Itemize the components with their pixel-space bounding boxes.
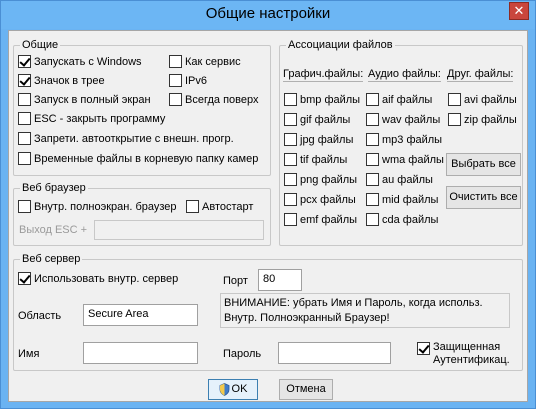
assoc-tif-checkbox[interactable]: tif файлы: [284, 153, 347, 166]
general-group: Общие Запускать с Windows Значок в трее …: [13, 39, 271, 176]
browser-group: Веб браузер Внутр. полноэкран. браузер А…: [13, 182, 271, 246]
cancel-button[interactable]: Отмена: [279, 379, 333, 400]
graphics-column-header: Графич.файлы:: [283, 68, 364, 82]
assoc-wav-checkbox[interactable]: wav файлы: [366, 113, 440, 126]
associations-group: Ассоциации файлов Графич.файлы: Аудио фа…: [279, 39, 523, 246]
checkbox-icon: [186, 200, 199, 213]
password-input[interactable]: [278, 342, 391, 364]
checkbox-icon: [18, 200, 31, 213]
general-group-title: Общие: [20, 39, 61, 52]
assoc-bmp-checkbox[interactable]: bmp файлы: [284, 93, 360, 106]
checkbox-checked-icon: [417, 342, 430, 355]
area-label: Область: [18, 310, 62, 322]
associations-group-title: Ассоциации файлов: [286, 39, 395, 52]
checkbox-icon: [169, 55, 182, 68]
password-label: Пароль: [223, 348, 262, 360]
esc-close-checkbox[interactable]: ESC - закрыть программу: [18, 112, 165, 125]
area-input[interactable]: Secure Area: [83, 304, 198, 326]
checkbox-icon: [18, 93, 31, 106]
ipv6-checkbox[interactable]: IPv6: [169, 74, 207, 87]
checkbox-icon: [366, 173, 379, 186]
close-button[interactable]: ✕: [509, 2, 529, 20]
server-group: Веб сервер Использовать внутр. сервер По…: [13, 253, 523, 371]
audio-column-header: Аудио файлы:: [368, 68, 441, 82]
assoc-cda-checkbox[interactable]: cda файлы: [366, 213, 438, 226]
other-column-header: Друг. файлы:: [447, 68, 514, 82]
checkbox-icon: [366, 193, 379, 206]
checkbox-icon: [284, 133, 297, 146]
assoc-au-checkbox[interactable]: au файлы: [366, 173, 433, 186]
select-all-button[interactable]: Выбрать все: [446, 153, 521, 176]
warning-note: ВНИМАНИЕ: убрать Имя и Пароль, когда исп…: [220, 293, 510, 328]
checkbox-icon: [366, 213, 379, 226]
checkbox-icon: [284, 173, 297, 186]
checkbox-checked-icon: [18, 55, 31, 68]
esc-exit-input[interactable]: [94, 220, 264, 240]
secure-auth-checkbox[interactable]: Защищенная Аутентификац.: [417, 341, 515, 367]
name-label: Имя: [18, 348, 40, 360]
checkbox-checked-icon: [18, 74, 31, 87]
assoc-zip-checkbox[interactable]: zip файлы: [448, 113, 517, 126]
checkbox-icon: [284, 153, 297, 166]
checkbox-icon: [18, 112, 31, 125]
assoc-mp3-checkbox[interactable]: mp3 файлы: [366, 133, 442, 146]
checkbox-icon: [284, 113, 297, 126]
always-on-top-checkbox[interactable]: Всегда поверх: [169, 93, 258, 106]
assoc-wma-checkbox[interactable]: wma файлы: [366, 153, 444, 166]
title-bar[interactable]: Общие настройки ✕: [1, 1, 535, 29]
browser-group-title: Веб браузер: [20, 182, 88, 195]
window-title: Общие настройки: [205, 5, 331, 22]
checkbox-icon: [448, 93, 461, 106]
checkbox-icon: [448, 113, 461, 126]
checkbox-icon: [169, 93, 182, 106]
clear-all-button[interactable]: Очистить все: [446, 186, 521, 209]
name-input[interactable]: [83, 342, 198, 364]
checkbox-icon: [366, 113, 379, 126]
assoc-emf-checkbox[interactable]: emf файлы: [284, 213, 357, 226]
port-input[interactable]: 80: [258, 269, 302, 291]
checkbox-icon: [18, 132, 31, 145]
server-group-title: Веб сервер: [20, 253, 83, 266]
forbid-autoopen-checkbox[interactable]: Запрети. автооткрытие с внешн. прогр.: [18, 132, 234, 145]
esc-exit-label: Выход ESC +: [19, 224, 88, 236]
internal-fullscreen-checkbox[interactable]: Внутр. полноэкран. браузер: [18, 200, 177, 213]
checkbox-icon: [366, 153, 379, 166]
tray-icon-checkbox[interactable]: Значок в трее: [18, 74, 105, 87]
settings-window: Общие настройки ✕ Общие Запускать с Wind…: [0, 0, 536, 409]
use-internal-server-checkbox[interactable]: Использовать внутр. сервер: [18, 272, 178, 285]
checkbox-icon: [284, 213, 297, 226]
checkbox-icon: [366, 133, 379, 146]
checkbox-icon: [284, 93, 297, 106]
ok-button[interactable]: OK: [208, 379, 258, 400]
assoc-mid-checkbox[interactable]: mid файлы: [366, 193, 438, 206]
assoc-jpg-checkbox[interactable]: jpg файлы: [284, 133, 353, 146]
checkbox-icon: [169, 74, 182, 87]
checkbox-icon: [284, 193, 297, 206]
port-label: Порт: [223, 275, 248, 287]
close-icon: ✕: [513, 3, 525, 18]
checkbox-icon: [18, 152, 31, 165]
assoc-png-checkbox[interactable]: png файлы: [284, 173, 357, 186]
as-service-checkbox[interactable]: Как сервис: [169, 55, 241, 68]
assoc-avi-checkbox[interactable]: avi файлы: [448, 93, 517, 106]
assoc-pcx-checkbox[interactable]: pcx файлы: [284, 193, 356, 206]
assoc-aif-checkbox[interactable]: aif файлы: [366, 93, 432, 106]
fullscreen-start-checkbox[interactable]: Запуск в полный экран: [18, 93, 151, 106]
checkbox-checked-icon: [18, 272, 31, 285]
temp-files-checkbox[interactable]: Временные файлы в корневую папку камер: [18, 152, 258, 165]
checkbox-icon: [366, 93, 379, 106]
dialog-body: Общие Запускать с Windows Значок в трее …: [8, 30, 528, 402]
shield-icon: [219, 382, 229, 396]
autostart-checkbox[interactable]: Автостарт: [186, 200, 253, 213]
start-with-windows-checkbox[interactable]: Запускать с Windows: [18, 55, 142, 68]
assoc-gif-checkbox[interactable]: gif файлы: [284, 113, 350, 126]
